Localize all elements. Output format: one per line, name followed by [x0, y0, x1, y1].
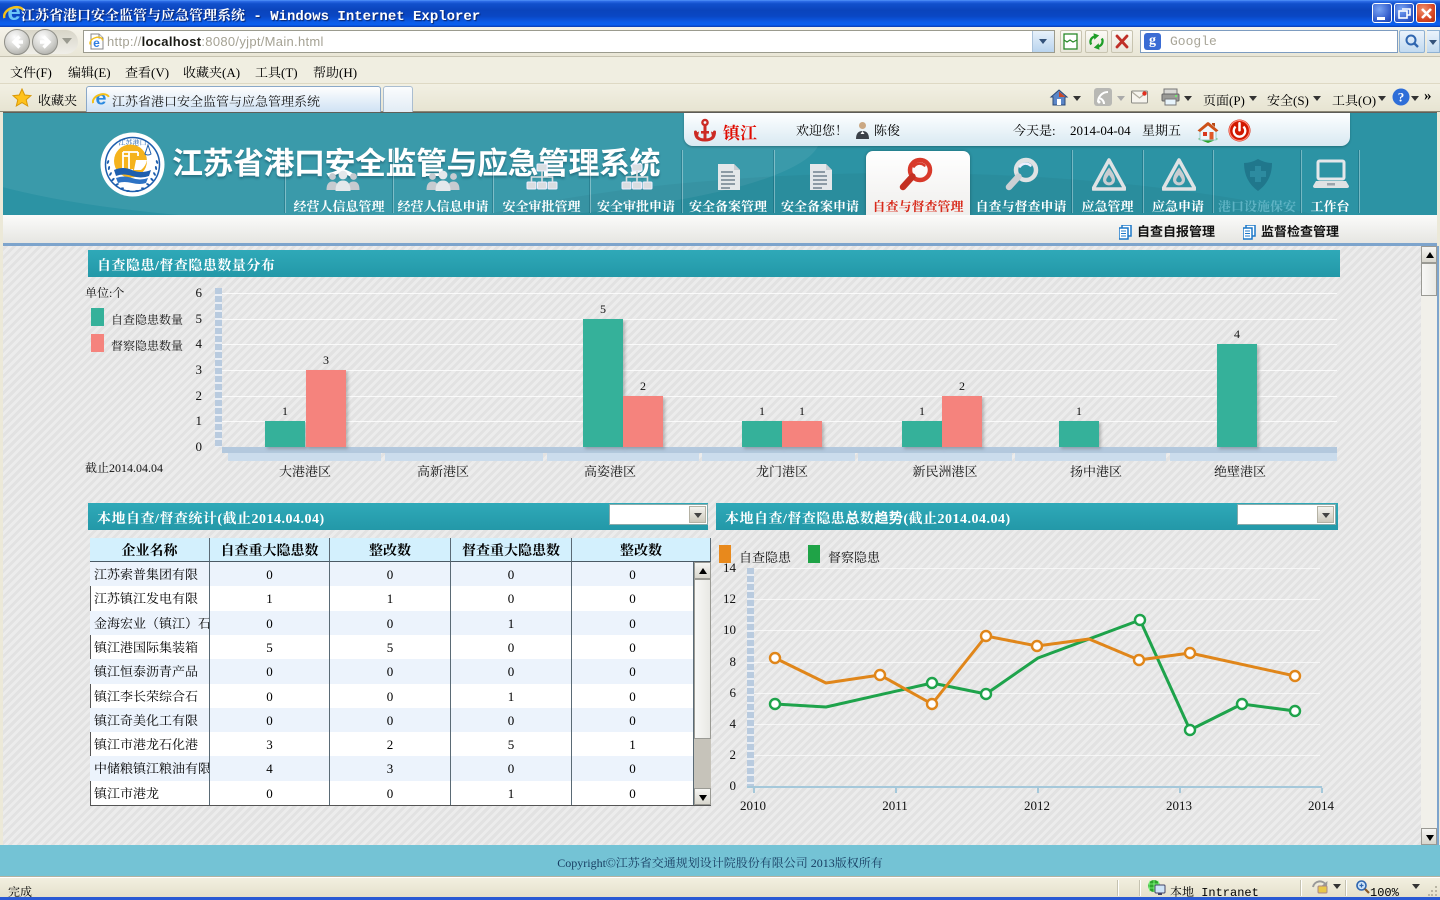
- svg-text:e: e: [96, 90, 107, 108]
- svg-text:?: ?: [1398, 90, 1405, 105]
- svg-text:e: e: [7, 2, 20, 24]
